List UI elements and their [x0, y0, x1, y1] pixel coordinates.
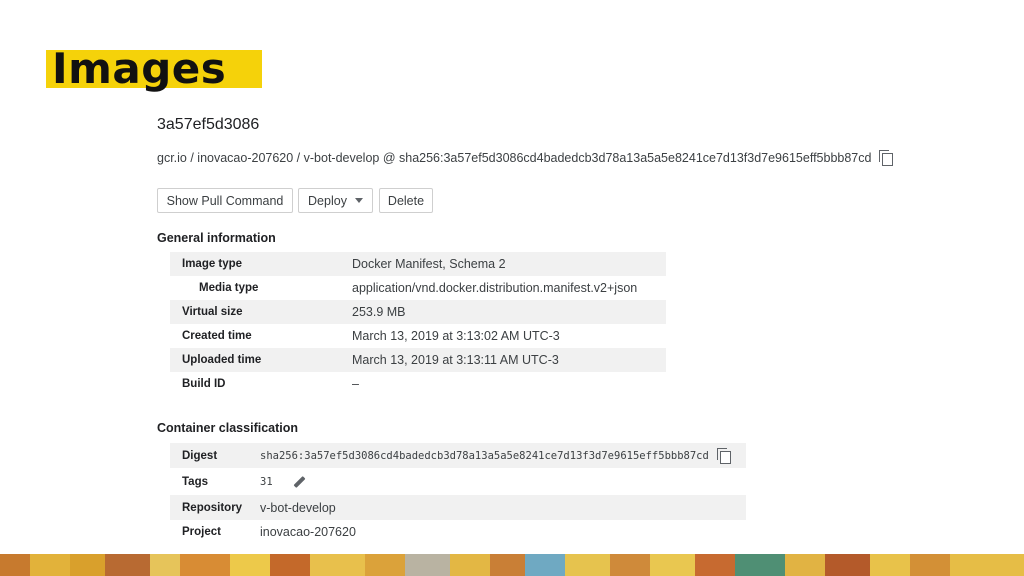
row-key: Virtual size	[182, 306, 243, 318]
tags-key: Tags	[182, 475, 208, 488]
table-row: Created time March 13, 2019 at 3:13:02 A…	[170, 324, 666, 348]
row-value: March 13, 2019 at 3:13:02 AM UTC-3	[352, 329, 560, 343]
repository-key: Repository	[182, 501, 243, 514]
chevron-down-icon	[354, 198, 363, 203]
copy-icon[interactable]	[879, 150, 894, 166]
slide-title: Images	[46, 44, 262, 93]
deploy-label: Deploy	[308, 193, 347, 208]
tags-value: 31	[260, 475, 306, 488]
table-row: Uploaded time March 13, 2019 at 3:13:11 …	[170, 348, 666, 372]
general-information-table: Image type Docker Manifest, Schema 2 Med…	[170, 252, 666, 396]
copy-icon[interactable]	[716, 447, 731, 464]
table-row: Virtual size 253.9 MB	[170, 300, 666, 324]
general-information-heading: General information	[157, 231, 276, 245]
digest-key: Digest	[182, 449, 218, 462]
digest-value: sha256:3a57ef5d3086cd4badedcb3d78a13a5a5…	[260, 447, 731, 464]
digest-text: sha256:3a57ef5d3086cd4badedcb3d78a13a5a5…	[260, 449, 709, 462]
row-key: Created time	[182, 330, 252, 342]
repository-value: v-bot-develop	[260, 500, 336, 515]
table-row: Tags 31	[170, 468, 746, 495]
row-value: March 13, 2019 at 3:13:11 AM UTC-3	[352, 353, 559, 367]
image-path: gcr.io / inovacao-207620 / v-bot-develop…	[157, 151, 872, 165]
row-key: Build ID	[182, 378, 226, 390]
project-value: inovacao-207620	[260, 525, 356, 539]
row-value: 253.9 MB	[352, 305, 406, 319]
row-key: Image type	[182, 258, 243, 270]
deploy-button[interactable]: Deploy	[298, 188, 373, 213]
table-row: Repository v-bot-develop	[170, 495, 746, 520]
row-key: Media type	[199, 282, 259, 294]
table-row: Build ID –	[170, 372, 666, 396]
tags-text: 31	[260, 475, 273, 488]
table-row: Media type application/vnd.docker.distri…	[170, 276, 666, 300]
row-value: –	[352, 377, 359, 391]
page-title: 3a57ef5d3086	[157, 116, 260, 133]
row-value: application/vnd.docker.distribution.mani…	[352, 281, 638, 295]
table-row: Digest sha256:3a57ef5d3086cd4badedcb3d78…	[170, 443, 746, 468]
row-value: Docker Manifest, Schema 2	[352, 257, 506, 271]
container-classification-heading: Container classification	[157, 421, 299, 435]
container-classification-table: Digest sha256:3a57ef5d3086cd4badedcb3d78…	[170, 443, 746, 544]
delete-label: Delete	[387, 193, 425, 208]
slide-title-text: Images	[52, 44, 227, 93]
shipping-containers-banner	[0, 554, 1024, 576]
row-key: Uploaded time	[182, 354, 262, 366]
table-row: Project inovacao-207620	[170, 520, 746, 544]
table-row: Image type Docker Manifest, Schema 2	[170, 252, 666, 276]
project-key: Project	[182, 526, 221, 538]
breadcrumb: gcr.io / inovacao-207620 / v-bot-develop…	[157, 150, 894, 166]
show-pull-command-button[interactable]: Show Pull Command	[157, 188, 293, 213]
show-pull-command-label: Show Pull Command	[166, 193, 284, 208]
pencil-icon[interactable]	[293, 475, 306, 488]
delete-button[interactable]: Delete	[379, 188, 433, 213]
